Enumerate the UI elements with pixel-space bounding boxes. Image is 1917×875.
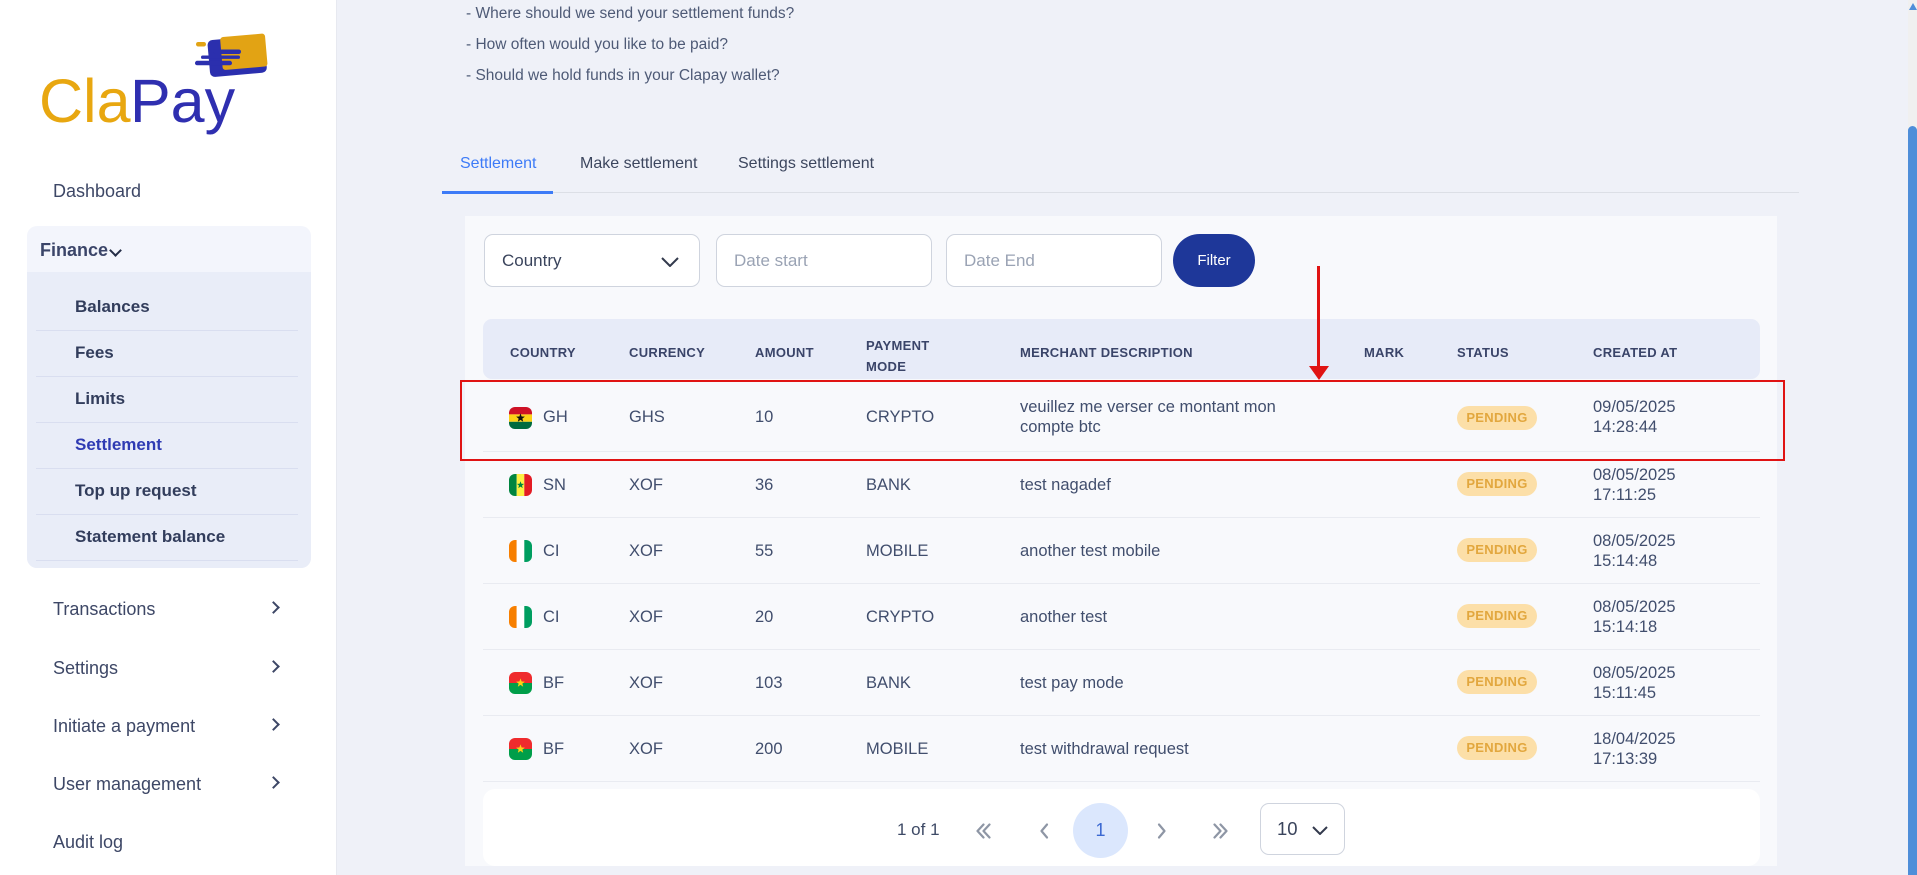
svg-text:Cla: Cla [39, 67, 131, 135]
svg-text:Pay: Pay [130, 67, 236, 135]
